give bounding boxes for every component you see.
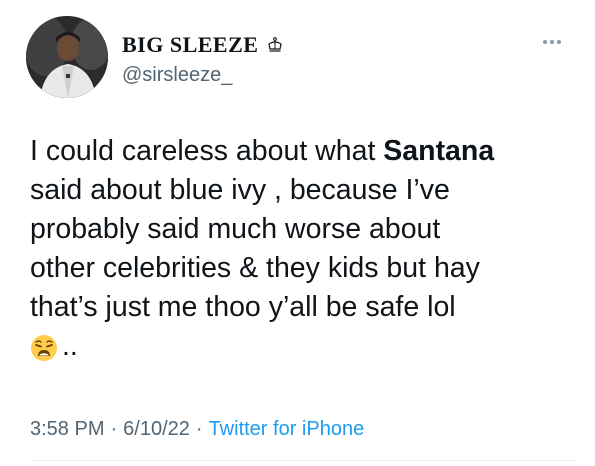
tweet-metadata: 3:58 PM · 6/10/22 · Twitter for iPhone [30, 418, 364, 441]
tweet-card: BIG SLEEZE @sirsleeze_ I could careless … [0, 0, 595, 466]
tweet-emoji-line: .. [30, 327, 575, 366]
dot-icon [543, 40, 547, 44]
dot-icon [550, 40, 554, 44]
tweet-line: that’s just me thoo y’all be safe lol [30, 291, 456, 323]
meta-separator: · [110, 418, 118, 440]
more-horizontal-icon[interactable] [543, 36, 567, 48]
author-handle[interactable]: @sirsleeze_ [122, 64, 232, 87]
dot-icon [557, 40, 561, 44]
tweet-date[interactable]: 6/10/22 [123, 418, 190, 441]
profile-photo-icon [26, 16, 108, 98]
tweet-line: said about blue ivy , because I’ve [30, 174, 450, 206]
divider [30, 460, 579, 461]
tweet-time[interactable]: 3:58 PM [30, 418, 104, 441]
tweet-source-link[interactable]: Twitter for iPhone [209, 418, 365, 441]
crown-icon [266, 36, 284, 54]
tweet-text-segment: I could careless about what [30, 135, 384, 167]
avatar[interactable] [26, 16, 108, 98]
tweet-trailing-text: .. [62, 330, 78, 362]
author-name-row: BIG SLEEZE [122, 32, 284, 58]
tweet-text: I could careless about what Santana said… [30, 132, 575, 366]
meta-separator: · [195, 418, 203, 440]
tweet-line: I could careless about what Santana [30, 132, 575, 171]
weary-face-emoji-icon [30, 334, 58, 362]
display-name[interactable]: BIG SLEEZE [122, 32, 258, 58]
tweet-bold-name: Santana [383, 135, 495, 167]
tweet-line: probably said much worse about [30, 213, 441, 245]
tweet-line: other celebrities & they kids but hay [30, 252, 480, 284]
